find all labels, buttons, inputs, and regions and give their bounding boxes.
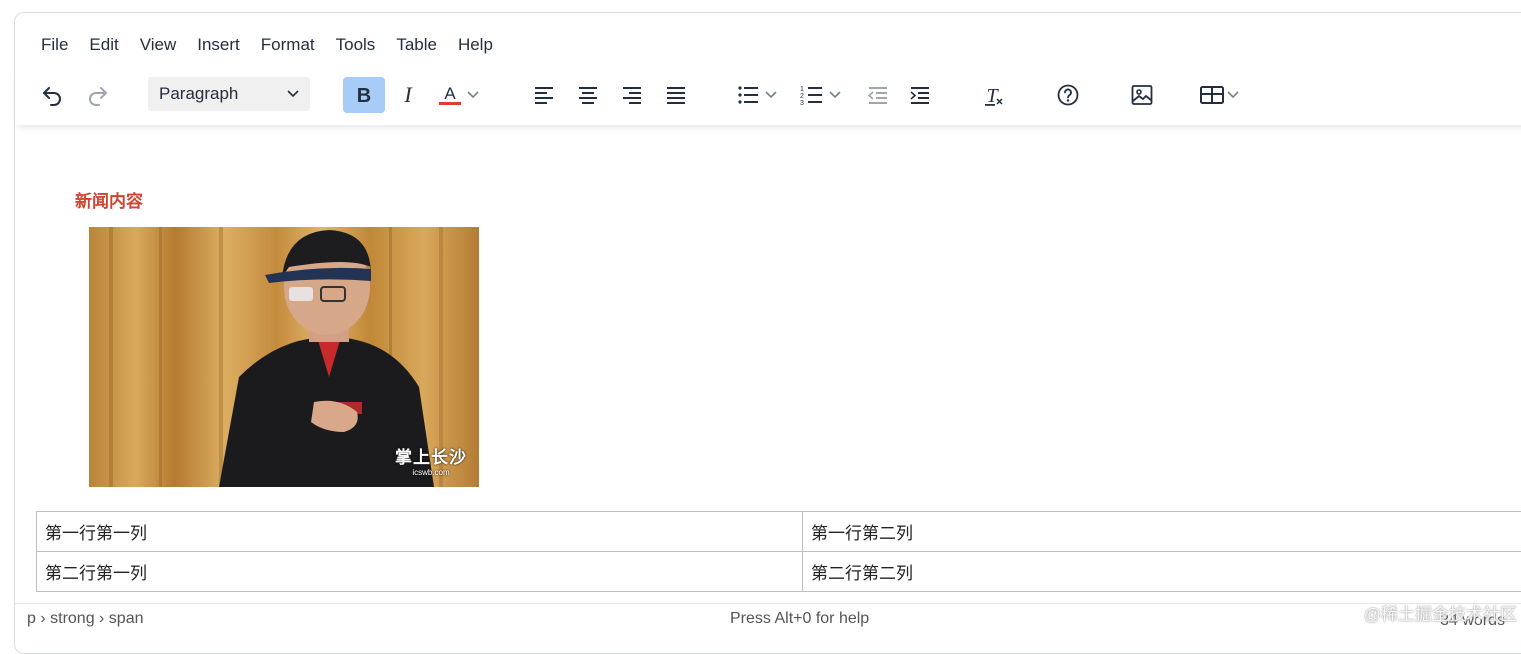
insert-image-button[interactable] [1125,77,1159,113]
justify-button[interactable] [659,77,693,113]
block-format-label: Paragraph [159,84,238,104]
svg-text:B: B [357,85,371,107]
align-center-button[interactable] [571,77,605,113]
help-hint: Press Alt+0 for help [730,610,869,628]
svg-text:1: 1 [800,86,804,93]
menu-view[interactable]: View [125,35,187,55]
svg-text:2: 2 [800,93,804,100]
menu-edit[interactable]: Edit [74,35,128,55]
insert-table-button[interactable] [1195,77,1253,113]
table-cell[interactable]: 第一行第一列 [37,512,803,552]
menu-table[interactable]: Table [381,35,447,55]
italic-button[interactable]: I [391,77,425,113]
redo-button[interactable] [81,77,115,113]
chevron-down-icon [286,87,300,101]
table-cell[interactable]: 第二行第二列 [803,552,1521,592]
help-icon [1056,83,1080,107]
chevron-down-icon [465,88,481,102]
photo-watermark: 掌上长沙 icswb.com [395,443,467,477]
table-row: 第一行第一列 第一行第二列 [37,512,1521,552]
table-row: 第二行第一列 第二行第二列 [37,552,1521,592]
photo-watermark-title: 掌上长沙 [395,448,467,467]
svg-text:3: 3 [800,100,804,107]
table-icon [1195,83,1225,107]
justify-icon [664,83,688,107]
bullet-list-button[interactable] [733,77,791,113]
align-center-icon [576,83,600,107]
menu-tools[interactable]: Tools [321,35,386,55]
text-color-icon: A [435,82,465,108]
block-format-select[interactable]: Paragraph [148,77,310,111]
undo-icon [40,83,64,107]
menu-file[interactable]: File [27,35,78,55]
numbered-list-button[interactable]: 1 2 3 [797,77,855,113]
svg-text:A: A [444,84,456,103]
undo-button[interactable] [35,77,69,113]
chevron-down-icon [827,88,843,102]
table-cell[interactable]: 第二行第一列 [37,552,803,592]
element-path[interactable]: p › strong › span [27,610,144,628]
italic-icon: I [396,83,420,107]
chevron-down-icon [763,88,779,102]
numbered-list-icon: 1 2 3 [797,83,827,107]
svg-text:I: I [403,83,413,107]
news-photo[interactable]: 掌上长沙 icswb.com [89,227,479,487]
indent-button[interactable] [903,77,937,113]
toolbar: Paragraph B I A [15,73,1521,125]
help-button[interactable] [1051,77,1085,113]
menu-format[interactable]: Format [246,35,325,55]
content-table: 第一行第一列 第一行第二列 第二行第一列 第二行第二列 [36,511,1521,592]
menubar: File Edit View Insert Format Tools Table… [27,31,499,59]
editor-content[interactable]: 新闻内容 [15,125,1521,603]
statusbar: p › strong › span Press Alt+0 for help 3… [15,603,1521,644]
site-watermark: @稀土掘金技术社区 [1364,600,1517,625]
chevron-down-icon [1225,88,1241,102]
menu-help[interactable]: Help [443,35,503,55]
bullet-list-icon [733,83,763,107]
remove-format-button[interactable]: T [977,77,1011,113]
menu-insert[interactable]: Insert [182,35,250,55]
rich-text-editor: File Edit View Insert Format Tools Table… [14,12,1521,654]
outdent-button[interactable] [861,77,895,113]
bold-button[interactable]: B [343,77,385,113]
photo-watermark-url: icswb.com [395,468,467,477]
outdent-icon [866,83,890,107]
remove-format-icon: T [982,83,1006,107]
table-cell[interactable]: 第一行第二列 [803,512,1521,552]
bold-icon: B [352,83,376,107]
align-right-button[interactable] [615,77,649,113]
align-right-icon [620,83,644,107]
redo-icon [86,83,110,107]
image-icon [1130,83,1154,107]
indent-icon [908,83,932,107]
news-heading: 新闻内容 [75,187,143,212]
align-left-icon [532,83,556,107]
text-color-button[interactable]: A [435,77,493,113]
align-left-button[interactable] [527,77,561,113]
